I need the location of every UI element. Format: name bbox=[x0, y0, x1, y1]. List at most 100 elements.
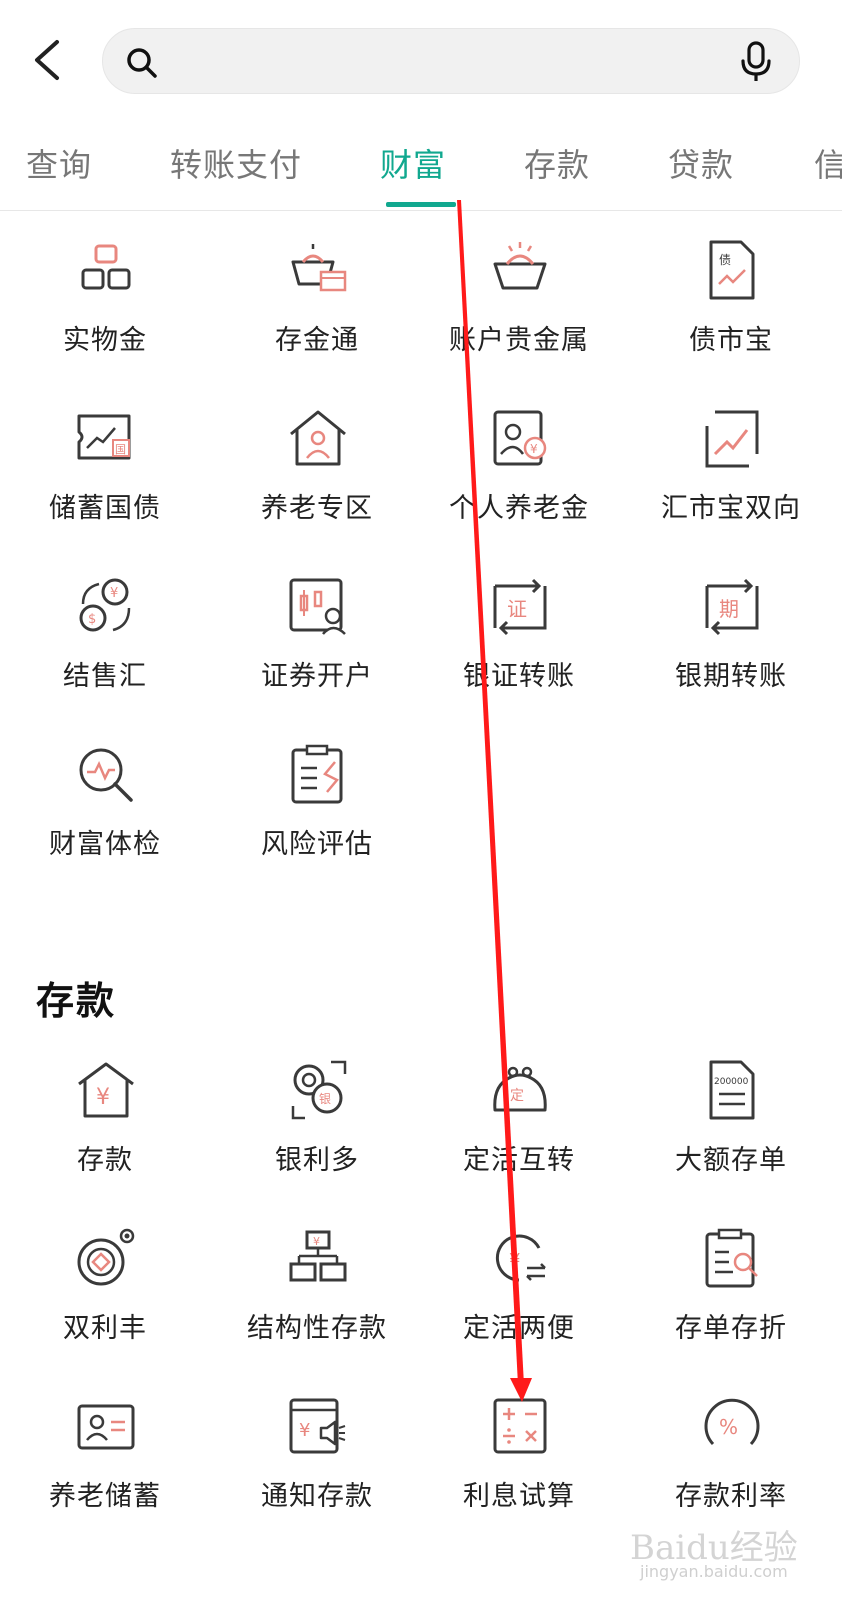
svg-text:%: % bbox=[719, 1415, 738, 1439]
deposit-item-label: 养老储蓄 bbox=[49, 1481, 161, 1512]
svg-text:¥: ¥ bbox=[299, 1420, 310, 1441]
svg-text:¥: ¥ bbox=[313, 1235, 320, 1248]
tab-transfer-payment[interactable]: 转账支付 bbox=[170, 140, 302, 186]
yinliduo-icon: 银 bbox=[291, 1060, 347, 1120]
wealth-item-label: 证券开户 bbox=[261, 661, 373, 692]
deposit-item-interest-calculator[interactable]: 利息试算 bbox=[414, 1396, 624, 1556]
svg-text:$: $ bbox=[88, 612, 96, 627]
deposit-rate-icon: % bbox=[704, 1398, 760, 1446]
deposit-item-notice-deposit[interactable]: ¥ 通知存款 bbox=[212, 1396, 422, 1556]
deposit-item-label: 大额存单 bbox=[675, 1145, 787, 1176]
svg-text:定: 定 bbox=[510, 1088, 524, 1104]
deposit-item-yinliduo[interactable]: 银 银利多 bbox=[212, 1060, 422, 1220]
tab-loan[interactable]: 贷款 bbox=[668, 140, 734, 186]
svg-text:¥: ¥ bbox=[110, 586, 118, 601]
back-button[interactable] bbox=[26, 36, 66, 84]
deposit-item-deposit[interactable]: ¥ 存款 bbox=[0, 1060, 210, 1220]
precious-metal-icon bbox=[493, 242, 547, 290]
personal-pension-icon: ¥ bbox=[493, 410, 547, 466]
svg-text:¥: ¥ bbox=[96, 1085, 110, 1110]
search-icon bbox=[125, 46, 159, 84]
deposit-item-pension-savings[interactable]: 养老储蓄 bbox=[0, 1396, 210, 1556]
deposit-item-large-certificate[interactable]: 200000 大额存单 bbox=[626, 1060, 836, 1220]
fixed-demand-transfer-icon: 定 bbox=[493, 1066, 547, 1112]
tab-deposit[interactable]: 存款 bbox=[524, 140, 590, 186]
svg-text:期: 期 bbox=[719, 597, 739, 621]
gold-bar-icon bbox=[81, 244, 131, 290]
wealth-item-risk-assessment[interactable]: 风险评估 bbox=[212, 744, 422, 904]
wealth-item-gold-deposit[interactable]: 存金通 bbox=[212, 240, 422, 400]
pension-house-icon bbox=[290, 410, 346, 466]
wealth-item-label: 财富体检 bbox=[49, 829, 161, 860]
svg-text:¥: ¥ bbox=[530, 442, 538, 456]
deposit-item-certificate-passbook[interactable]: 存单存折 bbox=[626, 1228, 836, 1388]
deposit-item-label: 存款 bbox=[77, 1145, 133, 1176]
svg-text:国: 国 bbox=[115, 443, 126, 456]
deposit-item-label: 存单存折 bbox=[675, 1313, 787, 1344]
wealth-item-bank-futures-transfer[interactable]: 期 银期转账 bbox=[626, 576, 836, 736]
wealth-item-label: 债市宝 bbox=[689, 325, 773, 356]
interest-calculator-icon bbox=[493, 1398, 547, 1454]
deposit-item-fixed-demand-flexible[interactable]: ¥ 定活两便 bbox=[414, 1228, 624, 1388]
wealth-item-fx-settlement[interactable]: ¥ $ 结售汇 bbox=[0, 576, 210, 736]
gold-deposit-icon bbox=[291, 244, 347, 292]
wealth-item-bank-securities-transfer[interactable]: 证 银证转账 bbox=[414, 576, 624, 736]
wealth-item-label: 账户贵金属 bbox=[449, 325, 589, 356]
structured-deposit-icon: ¥ bbox=[289, 1230, 347, 1282]
search-bar[interactable] bbox=[102, 28, 800, 94]
wealth-item-wealth-checkup[interactable]: 财富体检 bbox=[0, 744, 210, 904]
back-arrow-icon bbox=[35, 40, 59, 80]
deposit-item-label: 结构性存款 bbox=[247, 1313, 387, 1344]
tab-query[interactable]: 查询 bbox=[26, 140, 92, 186]
deposit-item-label: 存款利率 bbox=[675, 1481, 787, 1512]
certificate-passbook-icon bbox=[705, 1228, 758, 1288]
wealth-item-label: 风险评估 bbox=[261, 829, 373, 860]
notice-deposit-icon: ¥ bbox=[289, 1398, 346, 1454]
svg-text:200000: 200000 bbox=[714, 1077, 749, 1087]
fixed-demand-flexible-icon: ¥ bbox=[495, 1234, 546, 1282]
category-tabs: 查询 转账支付 财富 存款 贷款 信 bbox=[0, 130, 842, 211]
deposit-item-label: 定活互转 bbox=[463, 1145, 575, 1176]
wealth-item-savings-bond[interactable]: 国 储蓄国债 bbox=[0, 408, 210, 568]
shuanglifeng-icon bbox=[77, 1228, 135, 1286]
bank-futures-transfer-icon: 期 bbox=[705, 578, 759, 636]
wealth-item-label: 养老专区 bbox=[261, 493, 373, 524]
wealth-item-label: 个人养老金 bbox=[449, 493, 589, 524]
wealth-item-pension-zone[interactable]: 养老专区 bbox=[212, 408, 422, 568]
wealth-item-physical-gold[interactable]: 实物金 bbox=[0, 240, 210, 400]
wealth-item-forex-bidirectional[interactable]: 汇市宝双向 bbox=[626, 408, 836, 568]
large-certificate-icon: 200000 bbox=[709, 1060, 755, 1120]
bank-securities-transfer-icon: 证 bbox=[493, 578, 547, 636]
svg-text:债: 债 bbox=[719, 253, 731, 267]
section-title-deposit: 存款 bbox=[36, 979, 117, 1023]
pension-savings-icon bbox=[77, 1404, 135, 1450]
deposit-item-shuanglifeng[interactable]: 双利丰 bbox=[0, 1228, 210, 1388]
tab-wealth[interactable]: 财富 bbox=[380, 140, 446, 186]
microphone-icon[interactable] bbox=[739, 41, 773, 87]
wealth-item-label: 汇市宝双向 bbox=[661, 493, 801, 524]
forex-chart-icon bbox=[705, 410, 759, 468]
svg-text:证: 证 bbox=[507, 597, 527, 621]
wealth-item-securities-account[interactable]: 证券开户 bbox=[212, 576, 422, 736]
watermark-url: jingyan.baidu.com bbox=[640, 1562, 788, 1581]
deposit-item-fixed-demand-transfer[interactable]: 定 定活互转 bbox=[414, 1060, 624, 1220]
currency-exchange-icon: ¥ $ bbox=[79, 578, 131, 632]
bond-document-icon: 债 bbox=[709, 240, 755, 300]
wealth-item-account-precious-metal[interactable]: 账户贵金属 bbox=[414, 240, 624, 400]
search-input[interactable] bbox=[173, 43, 717, 83]
tab-credit-partial[interactable]: 信 bbox=[814, 140, 842, 186]
svg-text:¥: ¥ bbox=[509, 1250, 520, 1271]
wealth-item-label: 银期转账 bbox=[675, 661, 787, 692]
deposit-item-label: 利息试算 bbox=[463, 1481, 575, 1512]
wealth-item-label: 银证转账 bbox=[463, 661, 575, 692]
deposit-item-label: 银利多 bbox=[275, 1145, 359, 1176]
savings-bond-icon: 国 bbox=[77, 414, 131, 460]
wealth-item-bond-market[interactable]: 债 债市宝 bbox=[626, 240, 836, 400]
deposit-item-structured-deposit[interactable]: ¥ 结构性存款 bbox=[212, 1228, 422, 1388]
deposit-item-label: 通知存款 bbox=[261, 1481, 373, 1512]
deposit-item-label: 定活两便 bbox=[463, 1313, 575, 1344]
risk-assessment-icon bbox=[291, 744, 343, 804]
svg-text:银: 银 bbox=[319, 1092, 331, 1106]
wealth-checkup-icon bbox=[79, 748, 133, 802]
wealth-item-personal-pension[interactable]: ¥ 个人养老金 bbox=[414, 408, 624, 568]
